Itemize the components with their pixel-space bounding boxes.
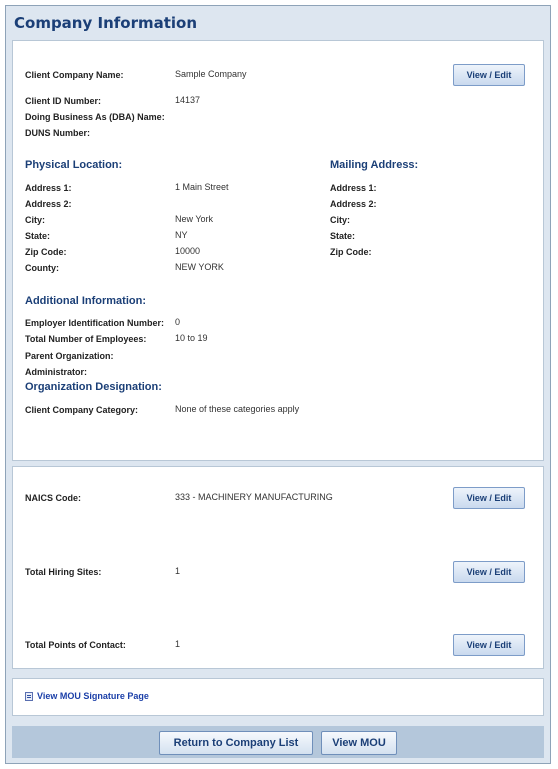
administrator-label: Administrator:	[25, 367, 88, 377]
mailing-city-label: City:	[330, 215, 350, 225]
physical-zip-label: Zip Code:	[25, 247, 67, 257]
mailing-address-heading: Mailing Address:	[330, 159, 419, 171]
physical-address2-label: Address 2:	[25, 199, 72, 209]
physical-address1-value: 1 Main Street	[175, 182, 229, 192]
additional-info-heading: Additional Information:	[25, 295, 146, 307]
physical-city-label: City:	[25, 215, 45, 225]
client-id-label: Client ID Number:	[25, 96, 102, 106]
employees-value: 10 to 19	[175, 333, 208, 343]
dba-label: Doing Business As (DBA) Name:	[25, 112, 165, 122]
client-company-category-label: Client Company Category:	[25, 405, 139, 415]
return-to-company-list-button[interactable]: Return to Company List	[159, 731, 313, 755]
duns-label: DUNS Number:	[25, 128, 91, 138]
ein-value: 0	[175, 317, 181, 327]
hiring-sites-value: 1	[175, 566, 181, 576]
mailing-address2-label: Address 2:	[330, 199, 377, 209]
organization-designation-heading: Organization Designation:	[25, 381, 162, 393]
company-summary-panel: NAICS Code: 333 - MACHINERY MANUFACTURIN…	[12, 466, 544, 669]
points-of-contact-value: 1	[175, 639, 181, 649]
physical-county-value: NEW YORK	[175, 262, 224, 272]
mailing-state-label: State:	[330, 231, 356, 241]
mou-panel: View MOU Signature Page	[12, 678, 544, 716]
parent-organization-label: Parent Organization:	[25, 351, 114, 361]
naics-view-edit-button[interactable]: View / Edit	[453, 487, 525, 509]
points-of-contact-label: Total Points of Contact:	[25, 640, 126, 650]
physical-address1-label: Address 1:	[25, 183, 72, 193]
physical-county-label: County:	[25, 263, 59, 273]
physical-state-value: NY	[175, 230, 188, 240]
company-view-edit-button[interactable]: View / Edit	[453, 64, 525, 86]
document-icon[interactable]	[25, 692, 33, 701]
page-title: Company Information	[14, 14, 198, 32]
physical-state-label: State:	[25, 231, 51, 241]
client-company-name-value: Sample Company	[175, 69, 247, 79]
hiring-sites-view-edit-button[interactable]: View / Edit	[453, 561, 525, 583]
physical-city-value: New York	[175, 214, 214, 224]
view-mou-signature-link[interactable]: View MOU Signature Page	[37, 691, 149, 701]
employees-label: Total Number of Employees:	[25, 334, 147, 344]
naics-label: NAICS Code:	[25, 493, 81, 503]
physical-zip-value: 10000	[175, 246, 201, 256]
client-company-name-label: Client Company Name:	[25, 70, 124, 80]
physical-location-heading: Physical Location:	[25, 159, 123, 171]
company-details-panel: Client Company Name: Sample Company View…	[12, 40, 544, 461]
points-of-contact-view-edit-button[interactable]: View / Edit	[453, 634, 525, 656]
mailing-zip-label: Zip Code:	[330, 247, 372, 257]
view-mou-button[interactable]: View MOU	[321, 731, 397, 755]
ein-label: Employer Identification Number:	[25, 318, 165, 328]
footer-bar: Return to Company List View MOU	[12, 726, 544, 758]
client-id-value: 14137	[175, 95, 201, 105]
mailing-address1-label: Address 1:	[330, 183, 377, 193]
company-info-frame: Company Information Client Company Name:…	[5, 5, 551, 764]
hiring-sites-label: Total Hiring Sites:	[25, 567, 102, 577]
naics-value: 333 - MACHINERY MANUFACTURING	[175, 492, 333, 502]
client-company-category-value: None of these categories apply	[175, 404, 300, 414]
